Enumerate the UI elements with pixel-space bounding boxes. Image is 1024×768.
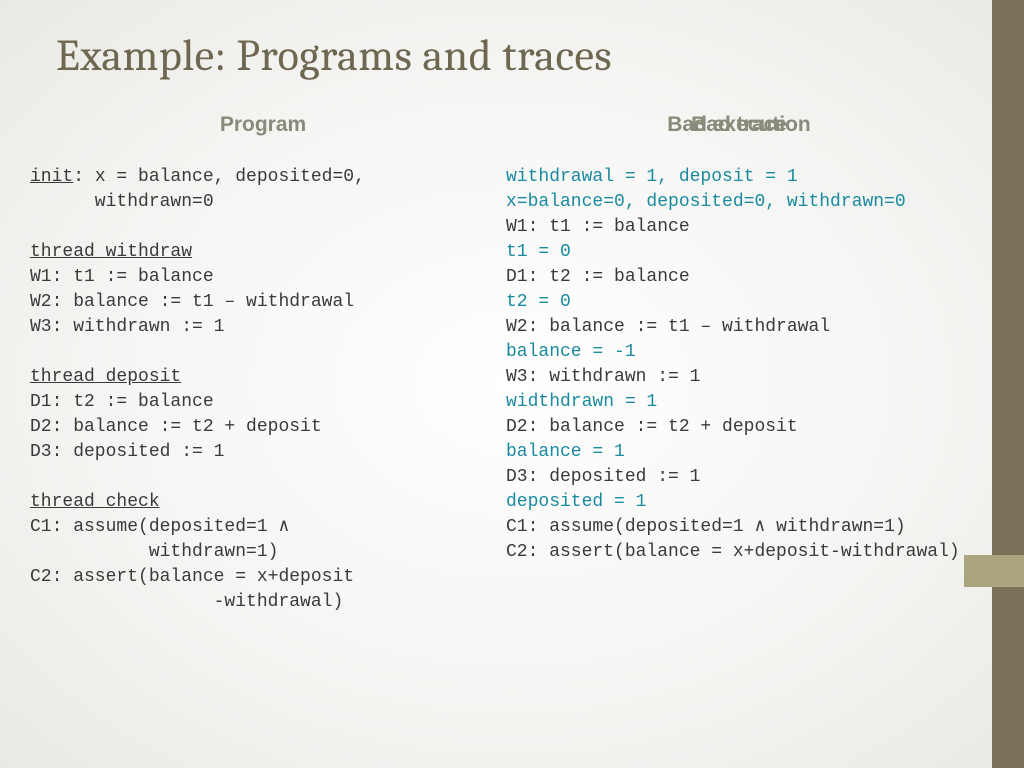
program-header-text: Program xyxy=(30,111,496,139)
slide: Example: Programs and traces Program ini… xyxy=(0,0,992,768)
trace-l2: x=balance=0, deposited=0, withdrawn=0 xyxy=(506,192,906,212)
trace-l11: D2: balance := t2 + deposit xyxy=(506,417,798,437)
trace-l7: W2: balance := t1 – withdrawal xyxy=(506,317,830,337)
col-program: Program init: x = balance, deposited=0, … xyxy=(30,111,496,615)
trace-l14: deposited = 1 xyxy=(506,492,646,512)
trace-code: withdrawal = 1, deposit = 1 x=balance=0,… xyxy=(506,165,972,565)
program-code: init: x = balance, deposited=0, withdraw… xyxy=(30,165,496,615)
init-label: init xyxy=(30,167,73,187)
slide-title: Example: Programs and traces xyxy=(56,30,972,81)
thread-withdraw-label: thread_withdraw xyxy=(30,242,192,262)
trace-l1: withdrawal = 1, deposit = 1 xyxy=(506,167,798,187)
init-rest: : x = balance, deposited=0, withdrawn=0 xyxy=(30,167,365,212)
trace-l3: W1: t1 := balance xyxy=(506,217,690,237)
right-sidebar xyxy=(992,0,1024,768)
trace-l13: D3: deposited := 1 xyxy=(506,467,700,487)
columns: Program init: x = balance, deposited=0, … xyxy=(20,111,972,615)
trace-l4: t1 = 0 xyxy=(506,242,571,262)
thread-deposit-body: D1: t2 := balance D2: balance := t2 + de… xyxy=(30,392,322,462)
trace-l9: W3: withdrawn := 1 xyxy=(506,367,700,387)
trace-l8: balance = -1 xyxy=(506,342,636,362)
col-program-header: Program xyxy=(30,111,496,139)
col-trace: Bad trace Bad execution withdrawal = 1, … xyxy=(506,111,972,615)
trace-l5: D1: t2 := balance xyxy=(506,267,690,287)
trace-header-b: Bad execution xyxy=(506,111,972,139)
thread-check-label: thread_check xyxy=(30,492,160,512)
col-trace-header: Bad trace Bad execution xyxy=(506,111,972,139)
thread-check-body: C1: assume(deposited=1 ∧ withdrawn=1) C2… xyxy=(30,517,354,612)
thread-withdraw-body: W1: t1 := balance W2: balance := t1 – wi… xyxy=(30,267,354,337)
thread-deposit-label: thread_deposit xyxy=(30,367,181,387)
trace-l12: balance = 1 xyxy=(506,442,625,462)
trace-l6: t2 = 0 xyxy=(506,292,571,312)
trace-l15: C1: assume(deposited=1 ∧ withdrawn=1) xyxy=(506,517,906,537)
trace-l16: C2: assert(balance = x+deposit-withdrawa… xyxy=(506,542,960,562)
trace-l10: widthdrawn = 1 xyxy=(506,392,657,412)
